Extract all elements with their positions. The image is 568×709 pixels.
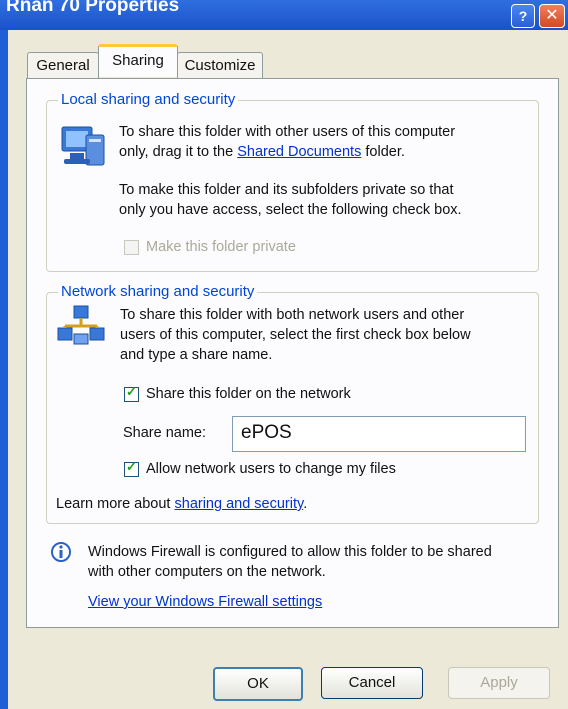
make-private-checkbox[interactable] <box>124 240 139 255</box>
network-text-line1: To share this folder with both network u… <box>120 307 465 323</box>
tab-customize[interactable]: Customize <box>177 52 263 78</box>
apply-button[interactable]: Apply <box>448 667 550 699</box>
allow-change-label: Allow network users to change my files <box>146 461 396 477</box>
network-icon <box>57 305 105 345</box>
network-sharing-legend: Network sharing and security <box>58 283 258 300</box>
share-name-label: Share name: <box>123 425 207 441</box>
local-text-line2-prefix: only, drag it to the <box>119 144 234 160</box>
window-title: Rnan 70 Properties <box>6 0 180 16</box>
checkmark-icon: ✓ <box>126 384 137 399</box>
share-name-field[interactable] <box>233 417 521 449</box>
learn-more-prefix: Learn more about <box>56 496 171 512</box>
tab-general[interactable]: General <box>27 52 99 78</box>
computer-icon <box>61 126 105 166</box>
share-name-input[interactable] <box>232 416 526 452</box>
shared-documents-link[interactable]: Shared Documents <box>237 144 361 160</box>
make-private-label: Make this folder private <box>146 239 296 255</box>
local-text-line2-suffix: folder. <box>365 144 405 160</box>
local-private-text-line1: To make this folder and its subfolders p… <box>119 182 454 198</box>
learn-more-text: Learn more about sharing and security. <box>56 494 307 514</box>
title-bar: Rnan 70 Properties ? ✕ <box>0 0 568 30</box>
cancel-button[interactable]: Cancel <box>321 667 423 699</box>
sharing-security-link[interactable]: sharing and security <box>175 496 304 512</box>
share-folder-label: Share this folder on the network <box>146 386 351 402</box>
firewall-settings-link[interactable]: View your Windows Firewall settings <box>88 592 322 612</box>
local-text-line2: only, drag it to the Shared Documents fo… <box>119 142 405 162</box>
ok-button[interactable]: OK <box>213 667 303 701</box>
local-sharing-legend: Local sharing and security <box>58 91 239 108</box>
help-button[interactable]: ? <box>511 4 535 28</box>
learn-more-suffix: . <box>303 496 308 512</box>
window-frame <box>0 30 8 709</box>
allow-change-checkbox[interactable]: ✓ <box>124 459 139 477</box>
close-button[interactable]: ✕ <box>539 4 565 28</box>
local-text-line1: To share this folder with other users of… <box>119 124 456 140</box>
share-folder-checkbox[interactable]: ✓ <box>124 384 139 402</box>
firewall-text-line2: with other computers on the network. <box>88 564 326 580</box>
network-text-line3: and type a share name. <box>120 347 273 363</box>
network-text-line2: users of this computer, select the first… <box>120 327 471 343</box>
local-private-text-line2: only you have access, select the followi… <box>119 202 462 218</box>
firewall-text-line1: Windows Firewall is configured to allow … <box>88 544 492 560</box>
info-icon <box>51 542 71 562</box>
checkmark-icon: ✓ <box>126 459 137 474</box>
tab-sharing[interactable]: Sharing <box>98 44 178 77</box>
